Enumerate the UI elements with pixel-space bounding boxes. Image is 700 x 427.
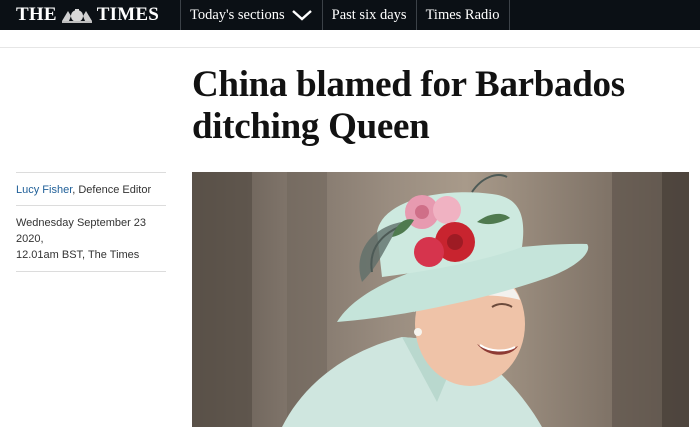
- logo-text-times: TIMES: [96, 4, 159, 25]
- nav-times-radio-label: Times Radio: [425, 6, 500, 23]
- nav-todays-sections[interactable]: Today's sections: [180, 0, 322, 30]
- chevron-down-icon: [291, 10, 312, 21]
- nav-times-radio[interactable]: Times Radio: [415, 0, 510, 30]
- publish-date-line-1: Wednesday September 23 2020,: [16, 217, 147, 245]
- author-link[interactable]: Lucy Fisher: [16, 184, 72, 196]
- publish-date: Wednesday September 23 2020, 12.01am BST…: [16, 206, 166, 272]
- headline-line-2: ditching Queen: [192, 106, 430, 147]
- top-nav-bar: THE TIMES Today's sections Past six days…: [0, 0, 700, 30]
- times-logo[interactable]: THE TIMES: [0, 0, 180, 30]
- logo-text-the: THE: [16, 4, 57, 25]
- sub-navigation-strip: [0, 30, 700, 48]
- nav-todays-sections-label: Today's sections: [190, 6, 285, 23]
- royal-crest-icon: [61, 9, 92, 23]
- publish-date-line-2: 12.01am BST, The Times: [16, 249, 140, 261]
- article-headline: China blamed for Barbados ditching Queen: [192, 64, 692, 148]
- headline-line-1: China blamed for Barbados: [192, 64, 625, 105]
- article-hero-image[interactable]: [192, 172, 689, 427]
- nav-past-six-days-label: Past six days: [331, 6, 407, 23]
- author-row: Lucy Fisher, Defence Editor: [16, 173, 166, 206]
- article-byline: Lucy Fisher, Defence Editor Wednesday Se…: [16, 172, 166, 272]
- hero-photo-illustration: [192, 172, 689, 427]
- author-role: , Defence Editor: [72, 184, 152, 196]
- nav-past-six-days[interactable]: Past six days: [321, 0, 416, 30]
